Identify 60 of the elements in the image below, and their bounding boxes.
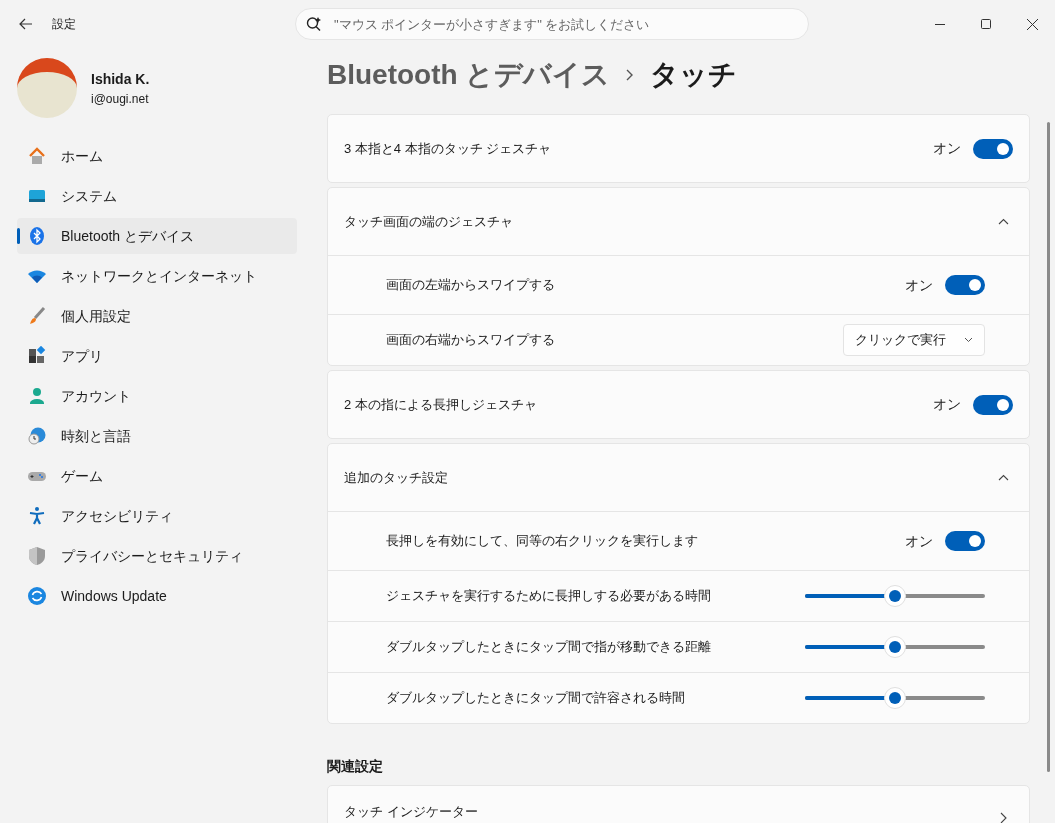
chevron-up-icon[interactable] [998, 474, 1009, 481]
toggle-state-label: オン [905, 275, 933, 295]
setting-label: 2 本の指による長押しジェスチャ [344, 395, 537, 414]
breadcrumb-parent[interactable]: Bluetooth とデバイス [327, 54, 611, 96]
sidebar-item[interactable]: システム [17, 178, 297, 214]
refresh-icon [27, 586, 47, 606]
shield-icon [27, 546, 47, 566]
user-email: i@ougi.net [91, 90, 150, 108]
search-icon [305, 15, 323, 33]
chevron-right-icon [1000, 812, 1007, 823]
page-title: タッチ [650, 58, 738, 92]
globe-clock-icon [27, 426, 47, 446]
window-title: 設定 [52, 16, 76, 33]
dropdown[interactable]: クリックで実行 [843, 324, 985, 356]
user-name: Ishida K. [91, 69, 150, 89]
house-icon [27, 146, 47, 166]
setting-label: ジェスチャを実行するために長押しする必要がある時間 [386, 587, 711, 606]
sidebar-item[interactable]: 時刻と言語 [17, 418, 297, 454]
toggle-state-label: オン [933, 139, 961, 158]
slider[interactable] [805, 636, 985, 658]
person-icon [27, 386, 47, 406]
sidebar-item[interactable]: プライバシーとセキュリティ [17, 538, 297, 574]
setting-label: 長押しを有効にして、同等の右クリックを実行します [386, 532, 698, 551]
setting-label: タッチ インジケーター [344, 803, 478, 821]
chevron-down-icon [964, 337, 973, 343]
sidebar-item[interactable]: アクセシビリティ [17, 498, 297, 534]
toggle-state-label: オン [905, 531, 933, 551]
setting-label: ダブルタップしたときにタップ間で指が移動できる距離 [386, 638, 711, 657]
bluetooth-icon [27, 226, 47, 246]
chevron-right-icon [626, 69, 635, 81]
avatar [17, 58, 77, 118]
toggle-switch[interactable] [945, 531, 985, 551]
sidebar-item[interactable]: Windows Update [17, 578, 297, 614]
sidebar-item[interactable]: アカウント [17, 378, 297, 414]
chevron-up-icon[interactable] [998, 218, 1009, 225]
apps-icon [27, 346, 47, 366]
sidebar-item[interactable]: ネットワークとインターネット [17, 258, 297, 294]
related-setting-card[interactable]: タッチ インジケーター [327, 785, 1030, 823]
toggle-switch[interactable] [973, 138, 1013, 159]
toggle-switch[interactable] [945, 275, 985, 295]
sidebar-item[interactable]: 個人用設定 [17, 298, 297, 334]
toggle-state-label: オン [933, 395, 961, 414]
search-field[interactable]: "マウス ポインターが小さすぎます" をお試しください [295, 8, 809, 40]
scrollbar[interactable] [1047, 122, 1050, 772]
slider[interactable] [805, 585, 985, 607]
sidebar-item[interactable]: ホーム [17, 138, 297, 174]
slider[interactable] [805, 687, 985, 709]
sidebar-item[interactable]: アプリ [17, 338, 297, 374]
setting-label: 3 本指と4 本指のタッチ ジェスチャ [344, 139, 552, 158]
setting-label: 画面の右端からスワイプする [386, 331, 555, 350]
setting-label: ダブルタップしたときにタップ間で許容される時間 [386, 689, 685, 708]
sidebar-item[interactable]: Bluetooth とデバイス [17, 218, 297, 254]
accessibility-icon [27, 506, 47, 526]
setting-label: 画面の左端からスワイプする [386, 276, 555, 295]
group-title: タッチ画面の端のジェスチャ [344, 212, 513, 231]
group-title: 追加のタッチ設定 [344, 468, 448, 487]
sidebar-item[interactable]: ゲーム [17, 458, 297, 494]
paintbrush-icon [27, 306, 47, 326]
section-heading: 関連設定 [327, 757, 384, 776]
toggle-switch[interactable] [973, 394, 1013, 415]
